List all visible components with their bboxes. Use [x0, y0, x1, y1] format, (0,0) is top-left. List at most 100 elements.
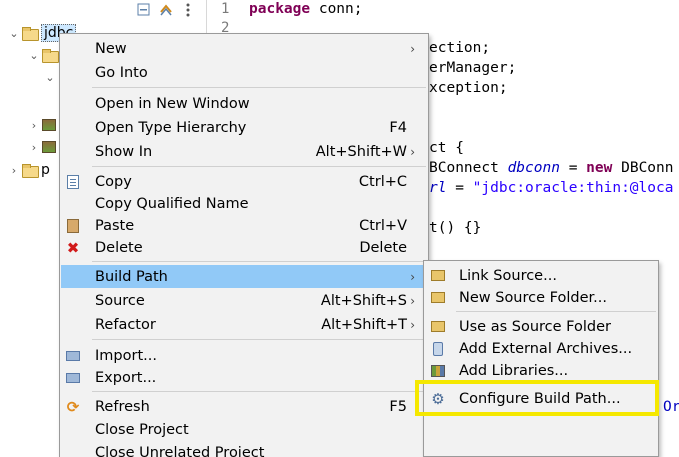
submenu-item-use-as-source-folder[interactable]: Use as Source Folder	[425, 315, 657, 338]
expand-chevron-icon[interactable]: ⌄	[28, 49, 40, 62]
submenu-item-new-source-folder[interactable]: New Source Folder...	[425, 286, 657, 309]
code-line-9: rl = "jdbc:oracle:thin:@loca	[429, 180, 673, 196]
code-line-11: t() {}	[429, 220, 482, 236]
collapse-chevron-icon[interactable]: ›	[28, 119, 40, 132]
submenu-item-label: Use as Source Folder	[459, 318, 611, 335]
tree-node-package[interactable]: ⌄	[44, 66, 56, 88]
menu-item-label: Delete	[95, 239, 143, 256]
line-number: 1	[221, 1, 230, 17]
submenu-item-add-libraries[interactable]: Add Libraries...	[425, 359, 657, 382]
menu-item-shortcut: F5	[389, 398, 407, 415]
submenu-item-add-external-archives[interactable]: Add External Archives...	[425, 337, 657, 360]
tree-node-lib[interactable]: ›	[28, 136, 59, 158]
source-folder-icon	[430, 319, 446, 335]
menu-item-label: Open Type Hierarchy	[95, 119, 247, 136]
menu-separator	[92, 391, 426, 392]
view-menu-icon[interactable]	[180, 2, 196, 18]
delete-icon: ✖	[66, 238, 80, 257]
menu-item-label: Build Path	[95, 268, 168, 285]
menu-separator	[92, 166, 426, 167]
tree-node-jre[interactable]: ›	[28, 114, 59, 136]
menu-item-export[interactable]: Export...	[61, 366, 427, 389]
tree-node-other-project[interactable]: › p	[8, 159, 50, 181]
menu-item-paste[interactable]: Paste Ctrl+V	[61, 214, 427, 237]
project-label: p	[41, 162, 50, 178]
context-menu: New › Go Into Open in New Window Open Ty…	[59, 33, 429, 457]
menu-item-label: Close Project	[95, 421, 189, 438]
menu-item-close-unrelated-project[interactable]: Close Unrelated Project	[61, 441, 427, 457]
tree-node-src[interactable]: ⌄	[28, 44, 61, 66]
menu-item-label: Refactor	[95, 316, 156, 333]
collapse-all-icon[interactable]	[136, 2, 152, 18]
code-text: BConnect	[429, 160, 508, 176]
link-source-icon	[430, 268, 446, 284]
annotation-highlight-box	[415, 380, 659, 416]
menu-item-refresh[interactable]: ⟳ Refresh F5	[61, 395, 427, 418]
library-icon	[430, 363, 446, 379]
menu-item-new[interactable]: New ›	[61, 37, 427, 60]
keyword: package	[249, 1, 311, 17]
source-folder-icon	[42, 48, 59, 63]
menu-item-open-in-new-window[interactable]: Open in New Window	[61, 92, 427, 115]
menu-item-label: Paste	[95, 217, 135, 234]
build-path-submenu: Link Source... New Source Folder... Use …	[423, 260, 659, 457]
field-name: rl	[429, 180, 447, 196]
menu-item-label: New	[95, 40, 127, 57]
collapse-chevron-icon[interactable]: ›	[28, 141, 40, 154]
code-text: =	[559, 160, 587, 176]
menu-separator	[92, 87, 426, 88]
menu-separator	[92, 339, 426, 340]
expand-chevron-icon[interactable]: ⌄	[8, 27, 20, 40]
copy-icon	[65, 174, 81, 190]
code-line-3: ection;	[429, 40, 491, 56]
code-text: DBConn	[612, 160, 674, 176]
menu-item-close-project[interactable]: Close Project	[61, 418, 427, 441]
export-icon	[65, 370, 81, 386]
code-line-5: xception;	[429, 80, 508, 96]
submenu-arrow-icon: ›	[410, 41, 415, 56]
menu-item-copy[interactable]: Copy Ctrl+C	[61, 170, 427, 193]
menu-item-import[interactable]: Import...	[61, 344, 427, 367]
menu-item-shortcut: F4	[389, 119, 407, 136]
submenu-item-label: Link Source...	[459, 267, 557, 284]
link-with-editor-icon[interactable]	[158, 2, 174, 18]
code-line-1: package conn;	[249, 1, 363, 17]
menu-item-build-path[interactable]: Build Path ›	[61, 265, 427, 288]
menu-item-copy-qualified-name[interactable]: Copy Qualified Name	[61, 192, 427, 215]
collapse-chevron-icon[interactable]: ›	[8, 164, 20, 177]
submenu-item-label: Add External Archives...	[459, 340, 633, 357]
menu-item-label: Copy	[95, 173, 132, 190]
menu-item-shortcut: Alt+Shift+T	[321, 316, 407, 333]
menu-item-shortcut: Alt+Shift+S	[320, 292, 407, 309]
project-folder-icon	[22, 26, 39, 41]
jar-icon	[430, 341, 446, 357]
menu-item-shortcut: Ctrl+V	[359, 217, 407, 234]
menu-item-label: Source	[95, 292, 145, 309]
expand-chevron-icon[interactable]: ⌄	[44, 71, 56, 84]
library-icon	[42, 119, 56, 131]
submenu-item-link-source[interactable]: Link Source...	[425, 264, 657, 287]
keyword: new	[586, 160, 613, 176]
menu-item-shortcut: Alt+Shift+W	[315, 143, 407, 160]
menu-item-label: Close Unrelated Project	[95, 444, 265, 457]
menu-item-shortcut: Delete	[359, 239, 407, 256]
menu-item-show-in[interactable]: Show In Alt+Shift+W ›	[61, 140, 427, 163]
menu-item-refactor[interactable]: Refactor Alt+Shift+T ›	[61, 313, 427, 336]
menu-item-shortcut: Ctrl+C	[358, 173, 407, 190]
code-text: =	[446, 180, 473, 196]
menu-item-source[interactable]: Source Alt+Shift+S ›	[61, 289, 427, 312]
code-line-7: ct {	[429, 140, 464, 156]
menu-item-delete[interactable]: ✖ Delete Delete	[61, 236, 427, 259]
menu-item-label: Open in New Window	[95, 95, 250, 112]
refresh-icon: ⟳	[66, 397, 80, 416]
menu-separator	[456, 311, 656, 312]
library-icon	[42, 141, 56, 153]
submenu-arrow-icon: ›	[410, 269, 415, 284]
menu-item-label: Copy Qualified Name	[95, 195, 249, 212]
menu-item-go-into[interactable]: Go Into	[61, 61, 427, 84]
menu-item-open-type-hierarchy[interactable]: Open Type Hierarchy F4	[61, 116, 427, 139]
field-name: Ori	[663, 399, 679, 415]
menu-item-label: Refresh	[95, 398, 150, 415]
menu-item-label: Import...	[95, 347, 157, 364]
menu-item-label: Show In	[95, 143, 153, 160]
